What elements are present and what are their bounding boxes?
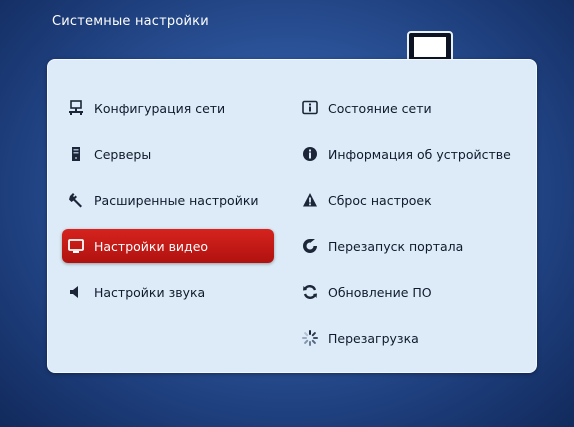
warning-icon [302, 192, 318, 208]
menu-item-software-update[interactable]: Обновление ПО [298, 275, 528, 309]
speaker-icon [68, 284, 84, 300]
refresh-icon [302, 284, 318, 300]
info-icon [302, 100, 318, 116]
menu-item-label: Обновление ПО [328, 284, 432, 300]
loading-icon [302, 330, 318, 346]
restart-icon [302, 238, 318, 254]
device-info-icon [302, 146, 318, 162]
menu-item-reset-settings[interactable]: Сброс настроек [298, 183, 528, 217]
network-config-icon [68, 100, 84, 116]
menu-item-label: Перезапуск портала [328, 238, 464, 254]
menu-item-label: Настройки звука [94, 284, 206, 300]
menu-item-sound-settings[interactable]: Настройки звука [62, 275, 274, 309]
menu-item-network-config[interactable]: Конфигурация сети [62, 91, 274, 125]
menu-item-label: Конфигурация сети [94, 100, 226, 116]
menu-item-label: Серверы [94, 146, 152, 162]
menu-item-label: Состояние сети [328, 100, 432, 116]
page-title: Системные настройки [52, 14, 209, 29]
settings-panel: Конфигурация сети Серверы Расширенные на… [47, 59, 537, 373]
server-icon [68, 146, 84, 162]
menu-item-label: Расширенные настройки [94, 192, 259, 208]
menu-item-reboot[interactable]: Перезагрузка [298, 321, 528, 355]
menu-item-label: Информация об устройстве [328, 146, 511, 162]
menu-item-video-settings[interactable]: Настройки видео [62, 229, 274, 263]
menu-item-servers[interactable]: Серверы [62, 137, 274, 171]
menu-item-advanced-settings[interactable]: Расширенные настройки [62, 183, 274, 217]
menu-item-label: Сброс настроек [328, 192, 432, 208]
monitor-icon [68, 238, 84, 254]
menu-item-device-info[interactable]: Информация об устройстве [298, 137, 528, 171]
menu-item-portal-restart[interactable]: Перезапуск портала [298, 229, 528, 263]
menu-item-network-status[interactable]: Состояние сети [298, 91, 528, 125]
wrench-icon [68, 192, 84, 208]
menu-item-label: Настройки видео [94, 238, 209, 254]
menu-item-label: Перезагрузка [328, 330, 419, 346]
